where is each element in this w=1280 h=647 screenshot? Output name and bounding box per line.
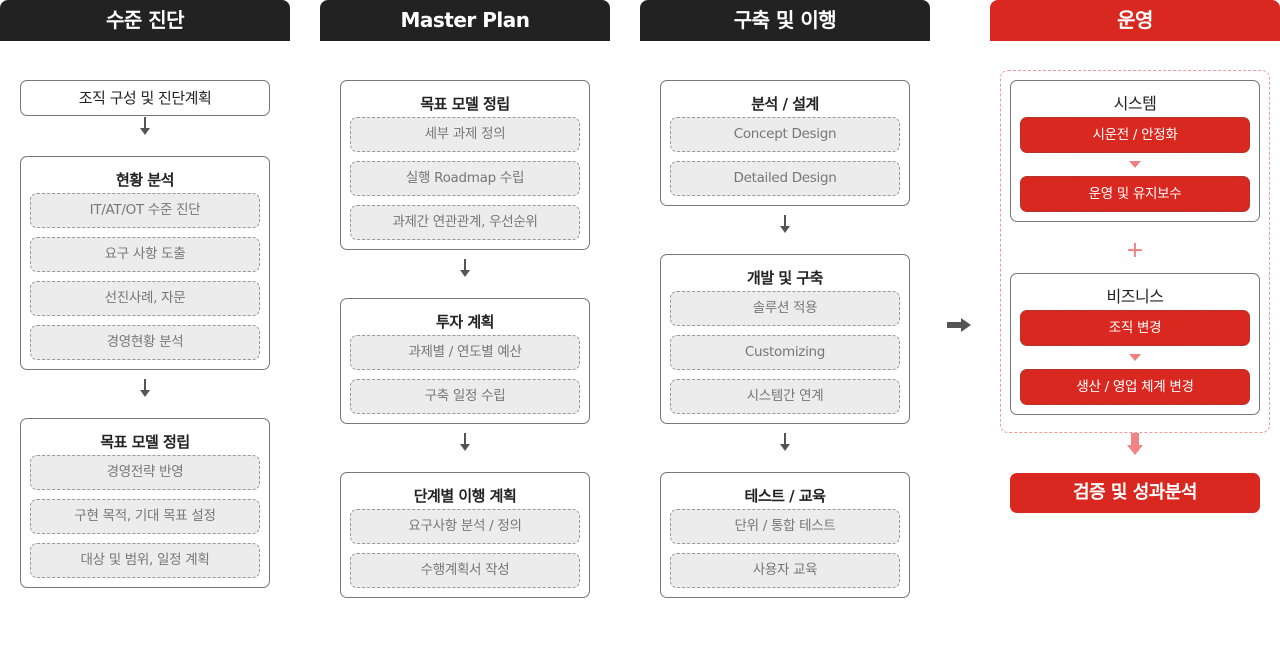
task-item: 요구사항 분석 / 정의 xyxy=(350,509,580,544)
arrow-down-icon xyxy=(460,433,470,453)
arrow-down-icon xyxy=(780,215,790,235)
arrow-right-icon xyxy=(947,318,973,332)
group-box-business: 비즈니스 조직 변경 생산 / 영업 체계 변경 xyxy=(1010,273,1260,415)
stage-title: 개발 및 구축 xyxy=(747,269,823,287)
step-item: 조직 변경 xyxy=(1020,310,1250,346)
column-build-implement: 구축 및 이행 분석 / 설계 Concept Design Detailed … xyxy=(640,0,930,598)
stage-title: 단계별 이행 계획 xyxy=(413,487,517,505)
group-box-system: 시스템 시운전 / 안정화 운영 및 유지보수 xyxy=(1010,80,1260,222)
arrow-down-icon xyxy=(460,259,470,279)
arrow-down-icon xyxy=(140,379,150,399)
task-item: 실행 Roadmap 수립 xyxy=(350,161,580,196)
step-item: 시운전 / 안정화 xyxy=(1020,117,1250,153)
column-header: 구축 및 이행 xyxy=(640,0,930,41)
task-item: 사용자 교육 xyxy=(670,553,900,588)
task-item: 선진사례, 자문 xyxy=(30,281,260,316)
triangle-down-icon xyxy=(1129,161,1141,168)
task-item: 과제간 연관관계, 우선순위 xyxy=(350,205,580,240)
task-item: Concept Design xyxy=(670,117,900,152)
column-header: Master Plan xyxy=(320,0,610,41)
task-item: 솔루션 적용 xyxy=(670,291,900,326)
column-master-plan: Master Plan 목표 모델 정립 세부 과제 정의 실행 Roadmap… xyxy=(320,0,610,598)
stage-title: 조직 구성 및 진단계획 xyxy=(78,89,212,107)
stage-title: 투자 계획 xyxy=(436,313,494,331)
stage-box: 목표 모델 정립 세부 과제 정의 실행 Roadmap 수립 과제간 연관관계… xyxy=(340,80,590,250)
task-item: 과제별 / 연도별 예산 xyxy=(350,335,580,370)
task-item: 시스템간 연계 xyxy=(670,379,900,414)
task-item: 구현 목적, 기대 목표 설정 xyxy=(30,499,260,534)
stage-title: 분석 / 설계 xyxy=(751,95,819,113)
triangle-down-icon xyxy=(1129,354,1141,361)
task-item: 요구 사항 도출 xyxy=(30,237,260,272)
task-item: 경영현황 분석 xyxy=(30,325,260,360)
stage-title: 테스트 / 교육 xyxy=(744,487,826,505)
stage-box: 개발 및 구축 솔루션 적용 Customizing 시스템간 연계 xyxy=(660,254,910,424)
column-header: 운영 xyxy=(990,0,1280,41)
step-item: 운영 및 유지보수 xyxy=(1020,176,1250,212)
stage-box: 테스트 / 교육 단위 / 통합 테스트 사용자 교육 xyxy=(660,472,910,598)
column-header: 수준 진단 xyxy=(0,0,290,41)
plus-icon: + xyxy=(1125,238,1145,263)
task-item: 대상 및 범위, 일정 계획 xyxy=(30,543,260,578)
result-box: 검증 및 성과분석 xyxy=(1010,473,1260,513)
task-item: IT/AT/OT 수준 진단 xyxy=(30,193,260,228)
arrow-down-icon xyxy=(140,117,150,137)
group-title: 시스템 xyxy=(1113,94,1157,113)
task-item: 경영전략 반영 xyxy=(30,455,260,490)
arrow-down-icon xyxy=(1127,433,1143,457)
stage-box: 단계별 이행 계획 요구사항 분석 / 정의 수행계획서 작성 xyxy=(340,472,590,598)
column-operation: 운영 시스템 시운전 / 안정화 운영 및 유지보수 + 비즈니스 조직 변경 … xyxy=(990,0,1280,513)
stage-box: 투자 계획 과제별 / 연도별 예산 구축 일정 수립 xyxy=(340,298,590,424)
stage-title: 현황 분석 xyxy=(116,171,174,189)
task-item: 세부 과제 정의 xyxy=(350,117,580,152)
stage-box: 목표 모델 정립 경영전략 반영 구현 목적, 기대 목표 설정 대상 및 범위… xyxy=(20,418,270,588)
arrow-down-icon xyxy=(780,433,790,453)
task-item: Detailed Design xyxy=(670,161,900,196)
group-title: 비즈니스 xyxy=(1106,287,1164,306)
task-item: 단위 / 통합 테스트 xyxy=(670,509,900,544)
stage-box: 분석 / 설계 Concept Design Detailed Design xyxy=(660,80,910,206)
task-item: Customizing xyxy=(670,335,900,370)
step-item: 생산 / 영업 체계 변경 xyxy=(1020,369,1250,405)
task-item: 구축 일정 수립 xyxy=(350,379,580,414)
stage-title: 목표 모델 정립 xyxy=(420,95,510,113)
stage-box: 현황 분석 IT/AT/OT 수준 진단 요구 사항 도출 선진사례, 자문 경… xyxy=(20,156,270,370)
column-level-diagnosis: 수준 진단 조직 구성 및 진단계획 현황 분석 IT/AT/OT 수준 진단 … xyxy=(0,0,290,588)
stage-title: 목표 모델 정립 xyxy=(100,433,190,451)
stage-box: 조직 구성 및 진단계획 xyxy=(20,80,270,116)
task-item: 수행계획서 작성 xyxy=(350,553,580,588)
